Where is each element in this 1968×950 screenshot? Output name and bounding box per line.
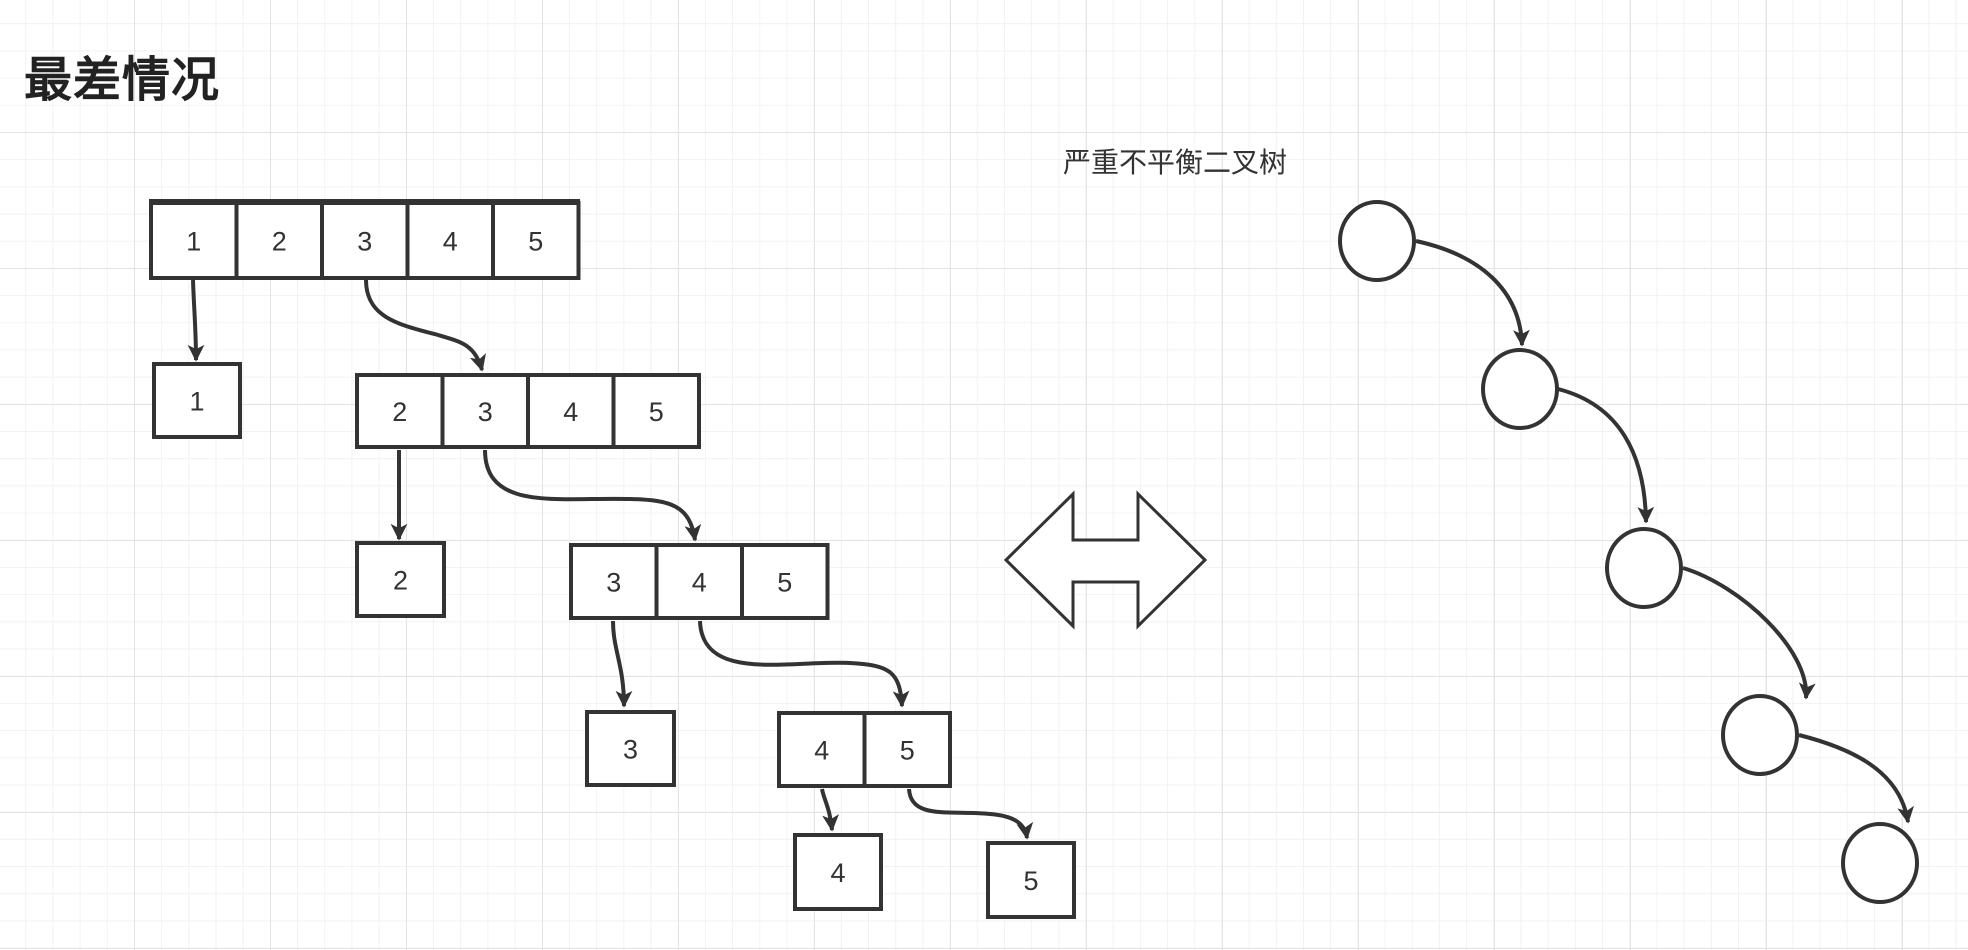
array-cell-label: 4 [692, 568, 707, 598]
tree-edge-arrow [1415, 239, 1530, 347]
diagram-svg: 1 2 3 4 5 2 3 4 5 3 4 5 4 5 1 2 3 4 5 [149, 199, 1919, 919]
split-arrow [483, 449, 702, 542]
single-box-label: 3 [623, 735, 638, 765]
single-box-label: 4 [830, 858, 845, 888]
array-cell-label: 1 [186, 227, 201, 257]
array-cell-label: 2 [272, 227, 287, 257]
tree-node-circle [1721, 694, 1799, 776]
array-cell-label: 4 [443, 227, 458, 257]
single-box-label: 5 [1023, 866, 1038, 896]
single-box-label: 1 [189, 387, 204, 417]
array-cell-label: 4 [563, 397, 578, 427]
array-cell-label: 2 [392, 397, 407, 427]
split-arrow [698, 620, 910, 708]
diagram-canvas: 最差情况 严重不平衡二叉树 1234523453454512345 [0, 0, 1968, 950]
tree-edge-arrow [1682, 566, 1816, 700]
array-cell-label: 5 [777, 568, 792, 598]
array-cell-label: 3 [357, 227, 372, 257]
split-arrow [611, 620, 633, 708]
tree-node-circle [1605, 527, 1683, 609]
tree-edge-arrow [1557, 387, 1655, 524]
tree-node-circle [1841, 822, 1919, 904]
array-cell-label: 5 [649, 397, 664, 427]
array-cell-label: 4 [814, 736, 829, 766]
split-arrow [907, 788, 1034, 840]
array-cell-label: 3 [478, 397, 493, 427]
array-cell-label: 3 [606, 568, 621, 598]
split-arrow [187, 279, 205, 362]
double-arrow-icon [1003, 490, 1208, 630]
array-cell-label: 5 [528, 227, 543, 257]
single-box-label: 2 [393, 566, 408, 596]
tree-nodes-layer [1338, 200, 1919, 904]
split-arrow [364, 279, 487, 372]
split-arrow [820, 788, 839, 832]
array-cell-label: 5 [900, 736, 915, 766]
tree-node-circle [1338, 200, 1416, 282]
tree-node-circle [1481, 348, 1559, 430]
tree-edge-arrow [1798, 733, 1914, 824]
